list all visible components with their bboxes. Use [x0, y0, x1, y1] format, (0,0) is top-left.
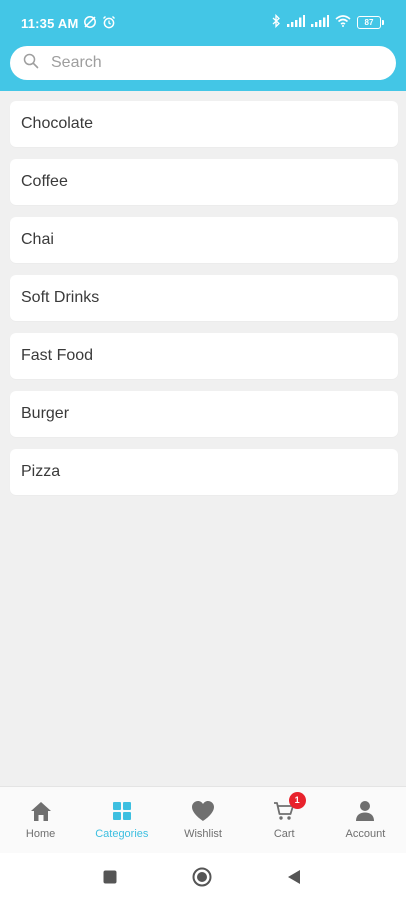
nav-account-label: Account — [345, 828, 386, 840]
app-header: 11:35 AM 87 Search — [0, 0, 406, 91]
category-item-pizza[interactable]: Pizza — [10, 449, 398, 495]
nav-categories[interactable]: Categories — [81, 787, 162, 854]
nav-cart[interactable]: 1 Cart — [244, 787, 325, 854]
person-icon — [355, 799, 375, 823]
category-item-chocolate[interactable]: Chocolate — [10, 101, 398, 147]
category-item-soft-drinks[interactable]: Soft Drinks — [10, 275, 398, 321]
nav-categories-label: Categories — [95, 828, 149, 840]
recent-apps-icon[interactable] — [99, 866, 121, 888]
search-icon — [23, 53, 39, 74]
nav-home-label: Home — [25, 828, 56, 840]
category-item-burger[interactable]: Burger — [10, 391, 398, 437]
grid-icon — [112, 799, 132, 823]
cart-badge: 1 — [288, 792, 306, 809]
battery-level: 87 — [357, 16, 381, 29]
status-left: 11:35 AM — [21, 15, 116, 32]
search-bar[interactable] — [10, 46, 396, 80]
category-item-chai[interactable]: Chai — [10, 217, 398, 263]
data-saver-icon — [83, 15, 97, 32]
status-right: 87 — [272, 13, 384, 31]
category-list: Chocolate Coffee Chai Soft Drinks Fast F… — [10, 101, 398, 507]
back-button-icon[interactable] — [283, 866, 305, 888]
battery-icon: 87 — [357, 16, 384, 29]
home-button-icon[interactable] — [191, 866, 213, 888]
home-icon — [30, 799, 52, 823]
search-input[interactable] — [49, 53, 373, 73]
nav-wishlist[interactable]: Wishlist — [162, 787, 243, 854]
bluetooth-icon — [272, 13, 281, 31]
signal-icon-1 — [287, 15, 305, 30]
nav-cart-label: Cart — [273, 828, 295, 840]
nav-home[interactable]: Home — [0, 787, 81, 854]
heart-icon — [191, 799, 215, 823]
nav-wishlist-label: Wishlist — [184, 828, 222, 840]
status-bar: 11:35 AM 87 — [0, 0, 406, 44]
nav-account[interactable]: Account — [325, 787, 406, 854]
status-time: 11:35 AM — [21, 16, 79, 31]
alarm-icon — [102, 15, 116, 32]
category-item-coffee[interactable]: Coffee — [10, 159, 398, 205]
wifi-icon — [335, 15, 351, 30]
system-nav-bar — [0, 853, 406, 900]
bottom-nav: Home Categories Wishlist 1 Cart Account — [0, 786, 406, 854]
categories-screen: 11:35 AM 87 Search Chocolate Coffee Chai… — [0, 0, 406, 900]
category-item-fast-food[interactable]: Fast Food — [10, 333, 398, 379]
signal-icon-2 — [311, 15, 329, 30]
